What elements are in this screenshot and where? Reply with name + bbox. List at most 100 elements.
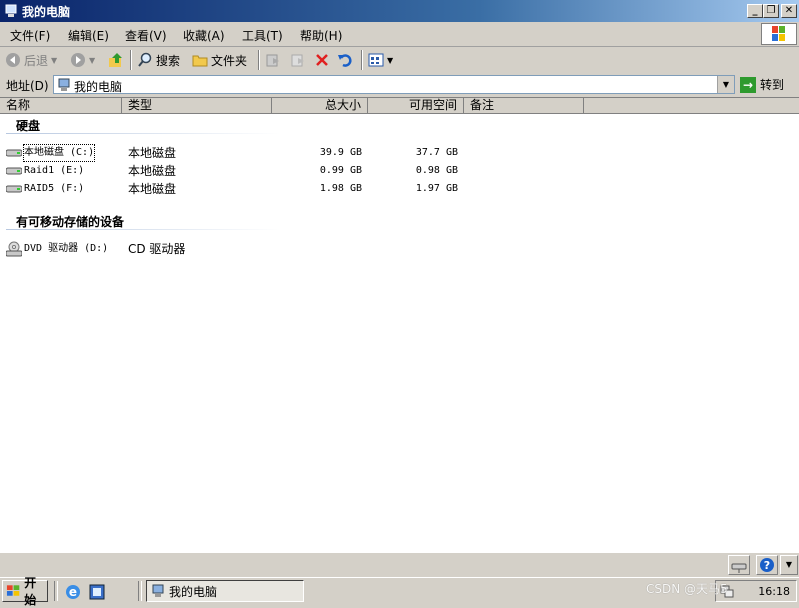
column-header-filler xyxy=(584,98,799,114)
forward-button[interactable]: ▼ xyxy=(70,50,95,70)
help-icon: ? xyxy=(760,558,774,572)
windows-logo-icon xyxy=(761,23,797,45)
address-label: 地址(D) xyxy=(6,79,49,93)
address-dropdown-button[interactable]: ▼ xyxy=(717,76,734,93)
group-title-removable-storage: 有可移动存储的设备 xyxy=(16,215,125,229)
taskbar-separator xyxy=(54,581,58,601)
menu-file[interactable]: 文件(F) xyxy=(10,27,50,44)
item-total-size: 1.98 GB xyxy=(319,183,362,194)
copy-to-button[interactable] xyxy=(290,50,306,70)
network-drive-icon xyxy=(731,563,747,573)
column-header-comment[interactable]: 备注 xyxy=(464,98,584,114)
item-name: 本地磁盘 (C:) xyxy=(22,144,96,162)
item-type: 本地磁盘 xyxy=(128,164,177,178)
menu-tools[interactable]: 工具(T) xyxy=(242,27,283,44)
column-header-type[interactable]: 类型 xyxy=(122,98,272,114)
item-type: CD 驱动器 xyxy=(128,242,186,256)
toolbar-separator xyxy=(361,50,363,70)
window-title: 我的电脑 xyxy=(22,5,71,19)
forward-dropdown-icon[interactable]: ▼ xyxy=(89,56,95,65)
file-list: 名称 类型 总大小 可用空间 备注 硬盘 本地磁盘 (C:) 本地磁盘 39.9… xyxy=(0,97,799,554)
title-bar: 我的电脑 _ ❐ ✕ xyxy=(0,0,799,22)
copy-to-icon xyxy=(291,54,304,67)
list-item[interactable]: Raid1 (E:) 本地磁盘 0.99 GB 0.98 GB xyxy=(6,163,476,179)
column-header-free-space[interactable]: 可用空间 xyxy=(368,98,464,114)
search-button[interactable]: 搜索 xyxy=(137,50,180,70)
menu-view[interactable]: 查看(V) xyxy=(125,27,167,44)
start-label: 开始 xyxy=(24,576,37,607)
item-name: RAID5 (F:) xyxy=(24,183,85,194)
svg-text:?: ? xyxy=(764,559,770,572)
back-arrow-icon xyxy=(6,53,20,67)
go-label: 转到 xyxy=(760,78,785,92)
delete-x-icon xyxy=(316,54,328,66)
address-input[interactable]: 我的电脑 ▼ xyxy=(53,75,735,94)
delete-button[interactable] xyxy=(314,50,330,70)
taskbar-item-my-computer[interactable]: 我的电脑 xyxy=(146,580,304,602)
network-drive-button[interactable] xyxy=(728,555,750,575)
up-folder-button[interactable] xyxy=(108,50,124,70)
hard-drive-icon xyxy=(6,185,22,193)
item-free-space: 1.97 GB xyxy=(415,183,458,194)
watermark: CSDN @天马5 xyxy=(646,582,728,596)
address-value: 我的电脑 xyxy=(74,80,123,94)
undo-button[interactable] xyxy=(337,50,353,70)
taskbar-separator xyxy=(138,581,142,601)
task-label: 我的电脑 xyxy=(169,584,218,599)
search-icon xyxy=(138,52,152,67)
show-desktop-icon[interactable] xyxy=(88,583,106,601)
item-free-space: 0.98 GB xyxy=(415,165,458,176)
folder-icon xyxy=(192,55,208,67)
svg-text:e: e xyxy=(69,585,77,599)
my-computer-icon xyxy=(5,4,17,17)
go-button[interactable]: → 转到 xyxy=(740,75,795,94)
menu-bar: 文件(F) 编辑(E) 查看(V) 收藏(A) 工具(T) 帮助(H) xyxy=(0,22,799,47)
hard-drive-icon xyxy=(6,167,22,175)
toolbar-separator xyxy=(258,50,260,70)
views-button[interactable]: ▼ xyxy=(368,50,393,70)
restore-button[interactable]: ❐ xyxy=(763,4,779,18)
views-dropdown-icon[interactable]: ▼ xyxy=(387,56,393,65)
folders-label: 文件夹 xyxy=(211,53,248,68)
windows-flag-icon xyxy=(6,585,20,596)
help-button[interactable]: ? xyxy=(756,555,778,575)
group-title-hard-disks: 硬盘 xyxy=(16,119,41,133)
item-total-size: 0.99 GB xyxy=(319,165,362,176)
item-type: 本地磁盘 xyxy=(128,146,177,160)
menu-favorites[interactable]: 收藏(A) xyxy=(183,27,225,44)
dvd-drive-icon xyxy=(6,241,22,257)
forward-arrow-icon xyxy=(71,53,85,67)
item-free-space: 37.7 GB xyxy=(415,147,458,158)
list-item[interactable]: DVD 驱动器 (D:) CD 驱动器 xyxy=(6,241,476,257)
up-folder-icon xyxy=(109,53,122,67)
minimize-button[interactable]: _ xyxy=(747,4,763,18)
menu-help[interactable]: 帮助(H) xyxy=(300,27,342,44)
item-name: Raid1 (E:) xyxy=(24,165,85,176)
go-arrow-icon: → xyxy=(740,76,756,93)
list-item[interactable]: RAID5 (F:) 本地磁盘 1.98 GB 1.97 GB xyxy=(6,181,476,197)
list-item[interactable]: 本地磁盘 (C:) 本地磁盘 39.9 GB 37.7 GB xyxy=(6,144,476,162)
start-button[interactable]: 开始 xyxy=(2,576,48,607)
menu-edit[interactable]: 编辑(E) xyxy=(68,27,109,44)
folders-button[interactable]: 文件夹 xyxy=(192,50,247,70)
column-header-total-size[interactable]: 总大小 xyxy=(272,98,368,114)
back-button[interactable]: 后退 ▼ xyxy=(5,50,57,70)
views-grid-icon xyxy=(368,53,384,67)
toolbar-separator xyxy=(130,50,132,70)
status-panel: ? ▼ xyxy=(0,553,799,577)
group-divider xyxy=(6,133,280,134)
column-header-name[interactable]: 名称 xyxy=(0,98,122,114)
panel-scroll-button[interactable]: ▼ xyxy=(780,555,798,575)
item-total-size: 39.9 GB xyxy=(319,147,362,158)
back-dropdown-icon[interactable]: ▼ xyxy=(51,56,57,65)
hard-drive-icon xyxy=(6,149,22,157)
close-button[interactable]: ✕ xyxy=(781,4,797,18)
move-to-icon xyxy=(266,54,279,67)
address-bar: 地址(D) 我的电脑 ▼ → 转到 xyxy=(0,73,799,96)
my-computer-icon xyxy=(58,78,70,91)
my-computer-icon xyxy=(152,584,164,597)
move-to-button[interactable] xyxy=(265,50,281,70)
item-name: DVD 驱动器 (D:) xyxy=(24,243,109,254)
internet-explorer-icon[interactable]: e xyxy=(64,583,82,601)
clock: 16:18 xyxy=(758,585,790,598)
